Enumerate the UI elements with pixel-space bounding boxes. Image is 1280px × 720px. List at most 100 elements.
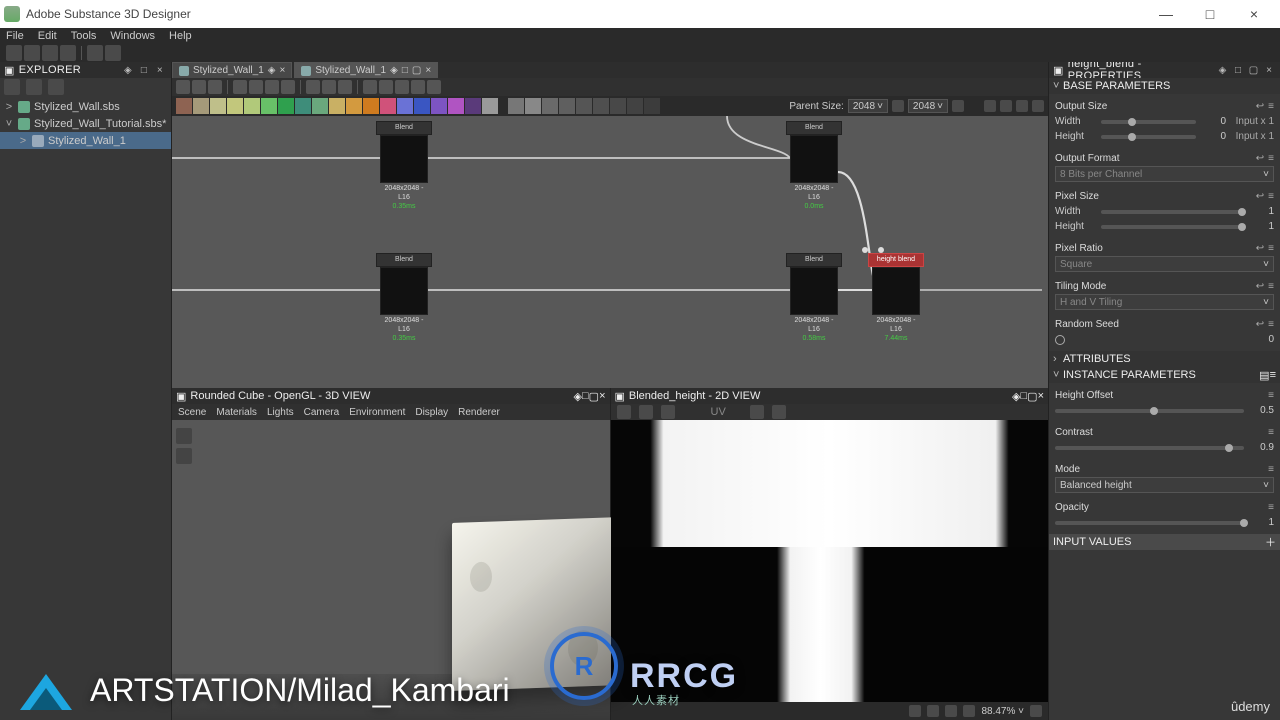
palette-swatch[interactable] [482, 98, 498, 114]
menu-icon[interactable]: ≡ [1268, 319, 1274, 330]
slider-pixel-width[interactable] [1101, 210, 1244, 214]
inherit-icon[interactable]: ↩ [1256, 319, 1264, 330]
props-popout-icon[interactable]: □ [1231, 63, 1245, 77]
graph-node[interactable]: Blend2048x2048 - L160.35ms [380, 121, 428, 211]
inherit-icon[interactable]: ↩ [1256, 243, 1264, 254]
palette-swatch[interactable] [525, 98, 541, 114]
graph-tool-icon[interactable] [395, 80, 409, 94]
explorer-close-icon[interactable]: × [153, 63, 167, 77]
settings-icon[interactable] [1032, 100, 1044, 112]
inherit-icon[interactable]: ↩ [1256, 153, 1264, 164]
palette-swatch[interactable] [193, 98, 209, 114]
tree-item-package-1[interactable]: > Stylized_Wall.sbs [0, 98, 171, 115]
explorer-popout-icon[interactable]: □ [137, 63, 151, 77]
menu-icon[interactable]: ≡ [1268, 191, 1274, 202]
undo-icon[interactable] [87, 45, 103, 61]
palette-swatch[interactable] [176, 98, 192, 114]
size-dropdown[interactable]: 2048˅ [908, 99, 948, 113]
menu-icon[interactable]: ≡ [1270, 369, 1276, 381]
graph-tab-pin-icon[interactable]: ◈ [268, 65, 276, 76]
camera-tool-icon[interactable] [176, 428, 192, 444]
random-seed-radio[interactable] [1055, 335, 1065, 345]
menu-materials[interactable]: Materials [216, 407, 257, 418]
graph-node[interactable]: Blend2048x2048 - L160.0ms [790, 121, 838, 211]
props-close-icon[interactable]: × [1262, 63, 1276, 77]
graph-tool-icon[interactable] [281, 80, 295, 94]
graph-tool-icon[interactable] [379, 80, 393, 94]
palette-swatch[interactable] [227, 98, 243, 114]
graph-tab-pin-icon[interactable]: ◈ [390, 65, 398, 76]
grid-icon[interactable] [909, 705, 921, 717]
menu-camera[interactable]: Camera [304, 407, 340, 418]
menu-scene[interactable]: Scene [178, 407, 206, 418]
window-maximize-button[interactable]: □ [1188, 0, 1232, 28]
view3d-max-icon[interactable]: ▢ [589, 390, 599, 403]
graph-tool-icon[interactable] [338, 80, 352, 94]
graph-tool-icon[interactable] [411, 80, 425, 94]
link-icon[interactable] [60, 45, 76, 61]
slider-contrast[interactable] [1055, 446, 1244, 450]
palette-swatch[interactable] [576, 98, 592, 114]
view3d-popout-icon[interactable]: □ [582, 390, 589, 402]
save-image-icon[interactable] [617, 405, 631, 419]
menu-environment[interactable]: Environment [349, 407, 405, 418]
slider-output-width[interactable] [1101, 120, 1196, 124]
view2d-max-icon[interactable]: ▢ [1027, 390, 1037, 403]
slider-height-offset[interactable] [1055, 409, 1244, 413]
import-icon[interactable] [48, 79, 64, 95]
graph-tool-icon[interactable] [265, 80, 279, 94]
tab-close-icon[interactable]: × [425, 65, 431, 76]
menu-icon[interactable]: ≡ [1268, 464, 1274, 475]
palette-swatch[interactable] [244, 98, 260, 114]
add-icon[interactable]: ＋ [1265, 534, 1276, 550]
graph-canvas[interactable]: Blend2048x2048 - L160.35ms Blend2048x2048… [172, 116, 1048, 388]
graph-tool-icon[interactable] [176, 80, 190, 94]
palette-swatch[interactable] [448, 98, 464, 114]
palette-swatch[interactable] [542, 98, 558, 114]
value-height-offset[interactable]: 0.5 [1248, 405, 1274, 416]
home-icon[interactable] [6, 45, 22, 61]
menu-help[interactable]: Help [169, 30, 192, 42]
new-graph-icon[interactable] [26, 79, 42, 95]
palette-swatch[interactable] [261, 98, 277, 114]
zoom-readout[interactable]: 88.47% ˅ [981, 706, 1024, 717]
palette-swatch[interactable] [312, 98, 328, 114]
tab-close-icon[interactable]: × [279, 65, 285, 76]
graph-node[interactable]: Blend2048x2048 - L160.58ms [790, 253, 838, 343]
palette-swatch[interactable] [346, 98, 362, 114]
palette-swatch[interactable] [627, 98, 643, 114]
node-action-icon[interactable] [878, 247, 884, 253]
tree-item-graph[interactable]: > Stylized_Wall_1 [0, 132, 171, 149]
graph-tool-icon[interactable] [233, 80, 247, 94]
uv-toggle[interactable]: UV [711, 406, 726, 418]
graph-node[interactable]: Blend2048x2048 - L160.35ms [380, 253, 428, 343]
palette-swatch[interactable] [278, 98, 294, 114]
palette-swatch[interactable] [210, 98, 226, 114]
palette-swatch[interactable] [329, 98, 345, 114]
value-opacity[interactable]: 1 [1248, 517, 1274, 528]
value-pixel-height[interactable]: 1 [1248, 221, 1274, 232]
props-pin-icon[interactable]: ◈ [1216, 63, 1230, 77]
props-max-icon[interactable]: ▢ [1247, 63, 1261, 77]
parent-size-dropdown[interactable]: 2048˅ [848, 99, 888, 113]
palette-swatch[interactable] [465, 98, 481, 114]
info-icon[interactable] [1016, 100, 1028, 112]
palette-swatch[interactable] [508, 98, 524, 114]
list-icon[interactable]: ▤ [1259, 369, 1269, 382]
menu-icon[interactable]: ≡ [1268, 153, 1274, 164]
graph-node[interactable]: height blend2048x2048 - L167.44ms [872, 253, 920, 343]
graph-tool-icon[interactable] [306, 80, 320, 94]
menu-icon[interactable]: ≡ [1268, 243, 1274, 254]
palette-swatch[interactable] [644, 98, 660, 114]
explorer-pin-icon[interactable]: ◈ [121, 63, 135, 77]
copy-image-icon[interactable] [661, 405, 675, 419]
graph-tool-icon[interactable] [427, 80, 441, 94]
view3d-pin-icon[interactable]: ◈ [574, 390, 582, 403]
ruler-icon[interactable] [963, 705, 975, 717]
menu-tools[interactable]: Tools [71, 30, 97, 42]
palette-swatch[interactable] [559, 98, 575, 114]
inherit-icon[interactable]: ↩ [1256, 281, 1264, 292]
palette-swatch[interactable] [610, 98, 626, 114]
section-attributes[interactable]: ATTRIBUTES [1063, 353, 1131, 365]
window-minimize-button[interactable]: — [1144, 0, 1188, 28]
